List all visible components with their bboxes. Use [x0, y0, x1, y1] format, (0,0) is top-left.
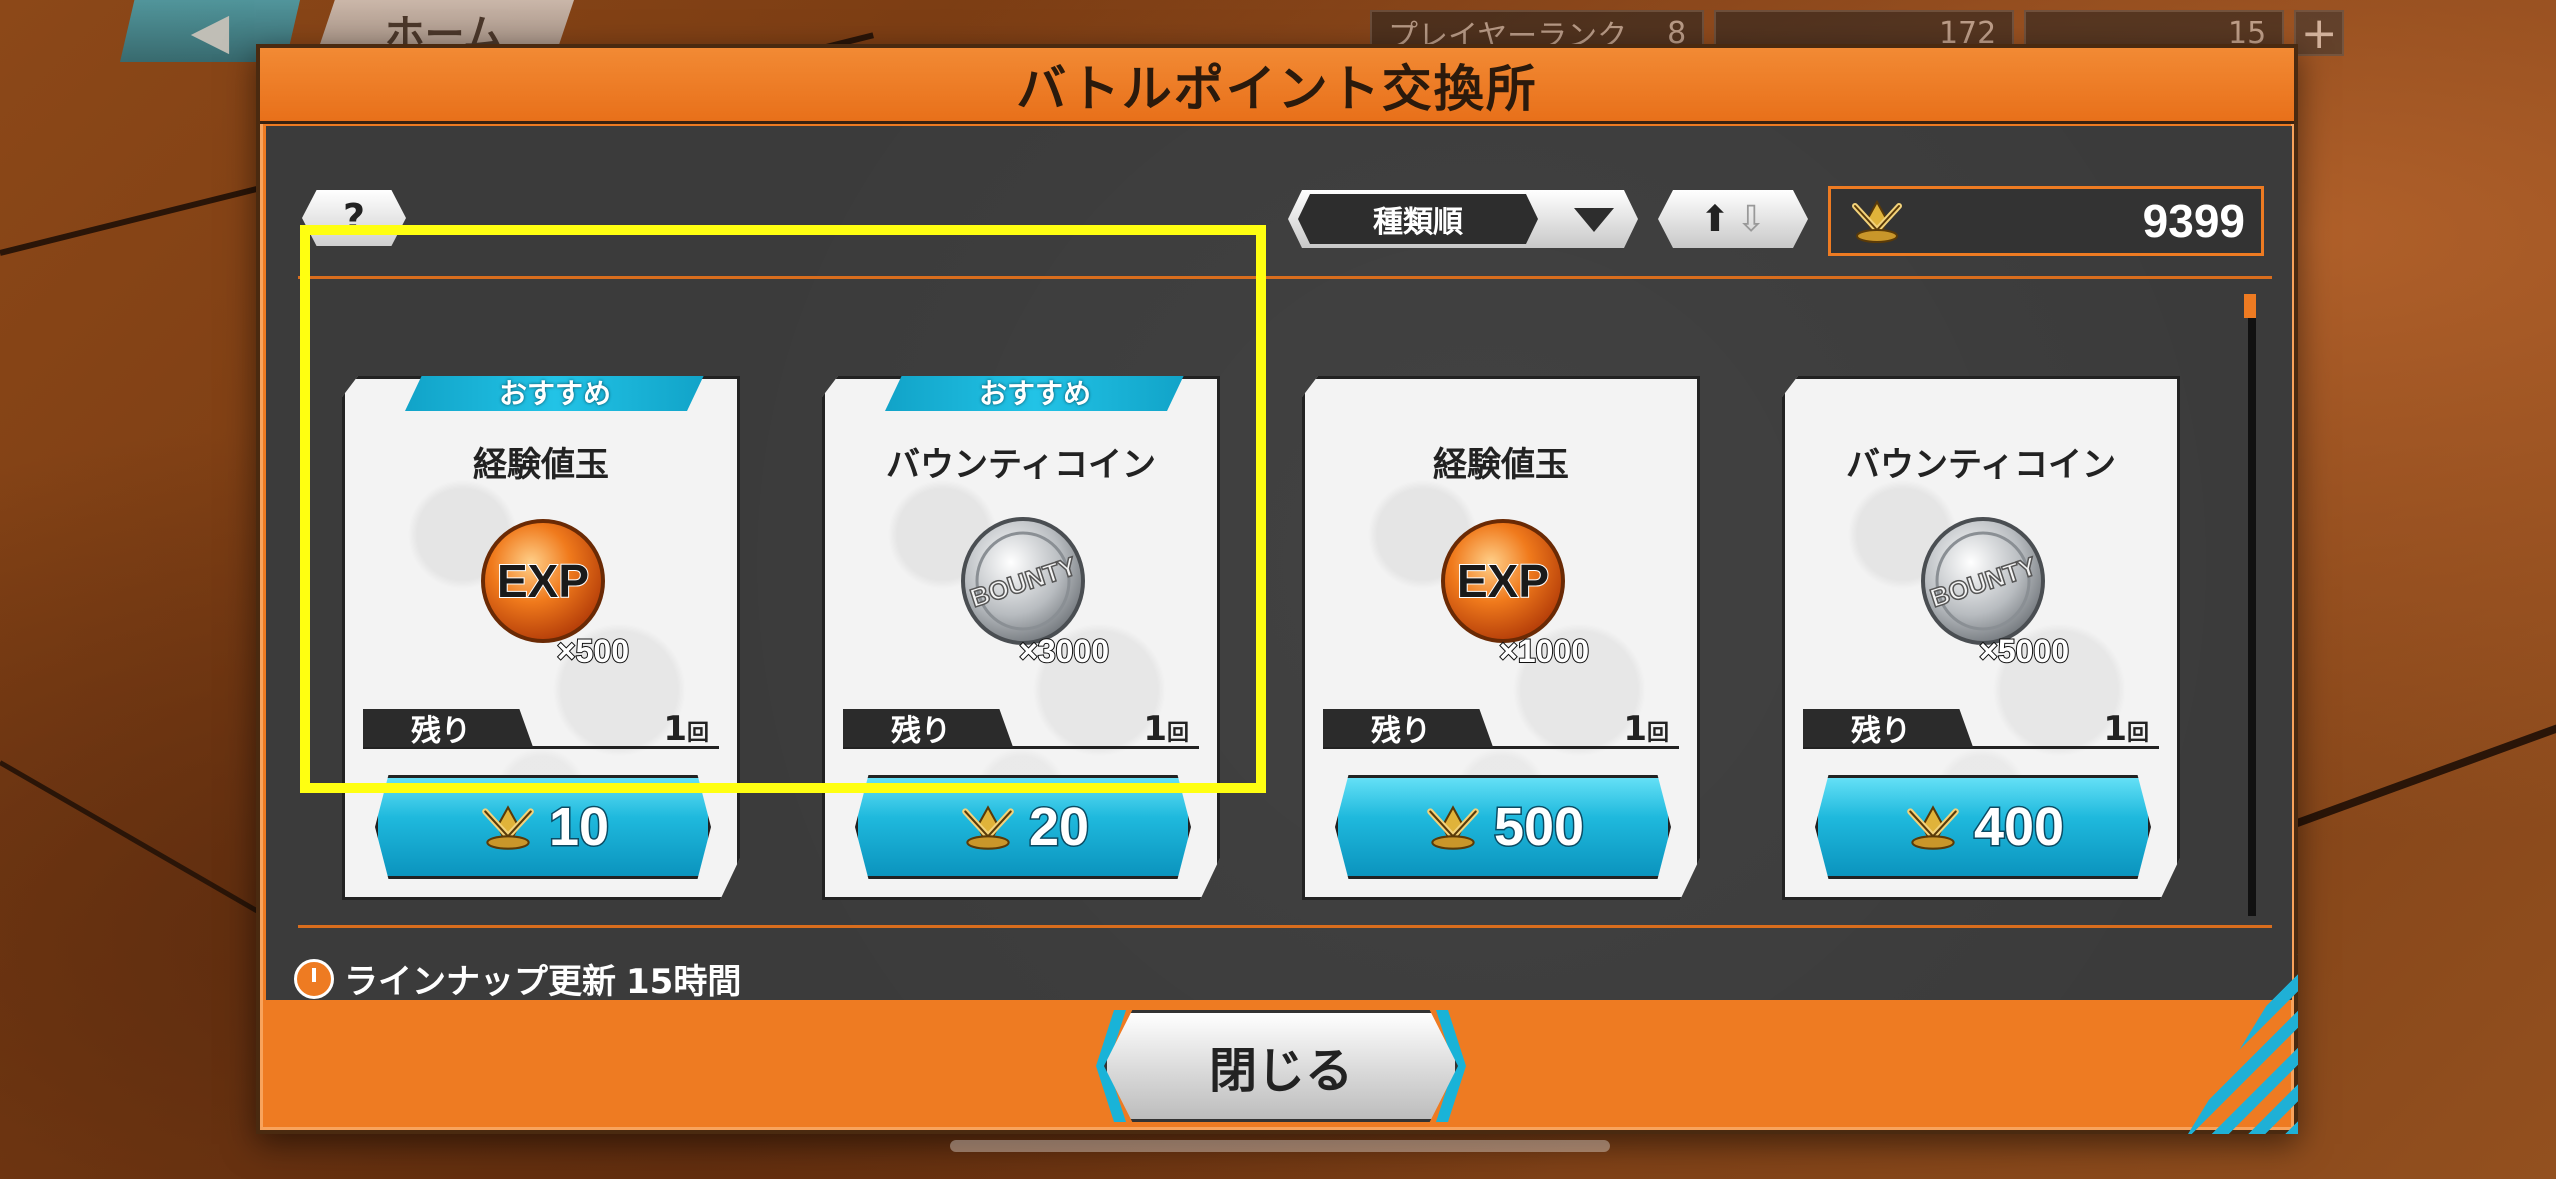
- arrow-up-icon: ⬆: [1699, 198, 1730, 240]
- remaining-row: 残り 1回: [1323, 709, 1679, 749]
- item-grid: おすすめ 経験値玉 EXP ×500 残り 1回 10 おすすめ バウンティコイン BOUNTY ×…: [306, 286, 2236, 920]
- svg-text:EXP: EXP: [1457, 555, 1549, 607]
- close-button[interactable]: 閉じる: [1104, 1010, 1458, 1122]
- sort-label-box: 種類順: [1298, 194, 1538, 244]
- timer-icon: [294, 958, 334, 999]
- close-label: 閉じる: [1208, 1043, 1353, 1099]
- remaining-unit: 回: [1646, 721, 1669, 746]
- remaining-unit: 回: [686, 721, 709, 746]
- remaining-value: 1: [2103, 709, 2127, 749]
- exchange-button[interactable]: 500: [1335, 775, 1671, 879]
- scrollbar-thumb[interactable]: [2244, 294, 2256, 318]
- remaining-row: 残り 1回: [1803, 709, 2159, 749]
- dialog-body: ? 種類順 ⬆ ⇩ 9399 おすすめ 経験値玉 EXP ×500 残り 1回 …: [266, 126, 2292, 1003]
- battle-point-crest-icon: [957, 801, 1019, 853]
- svg-text:EXP: EXP: [497, 555, 589, 607]
- remaining-unit: 回: [1166, 721, 1189, 746]
- sort-label: 種類順: [1373, 205, 1463, 240]
- exchange-button[interactable]: 20: [855, 775, 1191, 879]
- recommended-tag-label: おすすめ: [978, 377, 1091, 410]
- item-quantity: ×500: [556, 632, 630, 670]
- exp-orb-icon: EXP: [1433, 511, 1573, 651]
- price-value: 10: [547, 796, 610, 859]
- item-card[interactable]: バウンティコイン BOUNTY ×5000 残り 1回 400: [1782, 376, 2180, 900]
- exchange-button[interactable]: 400: [1815, 775, 2151, 879]
- battle-point-crest-icon: [1902, 801, 1964, 853]
- bounty-coin-icon: BOUNTY: [953, 511, 1093, 651]
- battle-point-crest-icon: [1422, 801, 1484, 853]
- exchange-button[interactable]: 10: [375, 775, 711, 879]
- remaining-value: 1: [663, 709, 687, 749]
- dialog-title: バトルポイント交換所: [1016, 59, 1538, 118]
- help-icon: ?: [342, 196, 366, 240]
- remaining-label: 残り: [1371, 714, 1431, 749]
- item-name: 経験値玉: [1433, 445, 1569, 485]
- divider: [298, 925, 2272, 928]
- price-value: 20: [1027, 796, 1090, 859]
- item-name: 経験値玉: [473, 445, 609, 485]
- remaining-count: 1回: [663, 709, 709, 749]
- sort-dropdown[interactable]: 種類順: [1288, 190, 1638, 248]
- remaining-count: 1回: [2103, 709, 2149, 749]
- remaining-label: 残り: [411, 714, 471, 749]
- scrollbar-track[interactable]: [2248, 296, 2256, 916]
- refresh-value: 15時間: [626, 962, 742, 1002]
- divider: [298, 276, 2272, 279]
- item-name: バウンティコイン: [1846, 445, 2116, 485]
- help-button[interactable]: ?: [302, 190, 406, 246]
- battle-point-value: 9399: [2142, 195, 2245, 247]
- item-card[interactable]: おすすめバウンティコイン BOUNTY ×3000 残り 1回 20: [822, 376, 1220, 900]
- recommended-tag: おすすめ: [405, 376, 705, 411]
- recommended-tag-label: おすすめ: [498, 377, 611, 410]
- remaining-label-box: 残り: [843, 709, 1013, 747]
- item-quantity: ×1000: [1498, 632, 1590, 670]
- remaining-count: 1回: [1143, 709, 1189, 749]
- remaining-row: 残り 1回: [363, 709, 719, 749]
- refresh-label: ラインナップ更新: [344, 962, 616, 1002]
- remaining-unit: 回: [2126, 721, 2149, 746]
- arrow-down-icon: ⇩: [1736, 198, 1767, 240]
- plus-icon: +: [2300, 7, 2338, 59]
- remaining-label: 残り: [1851, 714, 1911, 749]
- item-quantity: ×3000: [1018, 632, 1110, 670]
- item-quantity: ×5000: [1978, 632, 2070, 670]
- price-value: 500: [1492, 796, 1585, 859]
- lineup-refresh-info: ラインナップ更新 15時間: [294, 954, 741, 1003]
- remaining-value: 1: [1623, 709, 1647, 749]
- exp-orb-icon: EXP: [473, 511, 613, 651]
- add-currency-button[interactable]: +: [2294, 7, 2345, 59]
- bounty-coin-icon: BOUNTY: [1913, 511, 2053, 651]
- item-name: バウンティコイン: [886, 445, 1156, 485]
- sort-order-toggle[interactable]: ⬆ ⇩: [1658, 190, 1808, 248]
- battle-point-crest-icon: [1847, 196, 1907, 246]
- remaining-row: 残り 1回: [843, 709, 1199, 749]
- remaining-label-box: 残り: [1803, 709, 1973, 747]
- back-arrow-icon: ◀: [190, 2, 230, 60]
- home-indicator[interactable]: [950, 1140, 1610, 1152]
- recommended-tag: おすすめ: [885, 376, 1185, 411]
- remaining-label-box: 残り: [1323, 709, 1493, 747]
- remaining-label-box: 残り: [363, 709, 533, 747]
- chevron-down-icon: [1574, 208, 1614, 232]
- item-card[interactable]: 経験値玉 EXP ×1000 残り 1回 500: [1302, 376, 1700, 900]
- dialog-header: バトルポイント交換所: [260, 48, 2294, 124]
- remaining-count: 1回: [1623, 709, 1669, 749]
- price-value: 400: [1972, 796, 2065, 859]
- battle-point-balance: 9399: [1828, 186, 2264, 256]
- remaining-label: 残り: [891, 714, 951, 749]
- battle-point-crest-icon: [477, 801, 539, 853]
- remaining-value: 1: [1143, 709, 1167, 749]
- item-card[interactable]: おすすめ経験値玉 EXP ×500 残り 1回 10: [342, 376, 740, 900]
- exchange-dialog: バトルポイント交換所 ? 種類順 ⬆ ⇩ 9399 おすすめ 経験値玉 EXP …: [256, 44, 2298, 1134]
